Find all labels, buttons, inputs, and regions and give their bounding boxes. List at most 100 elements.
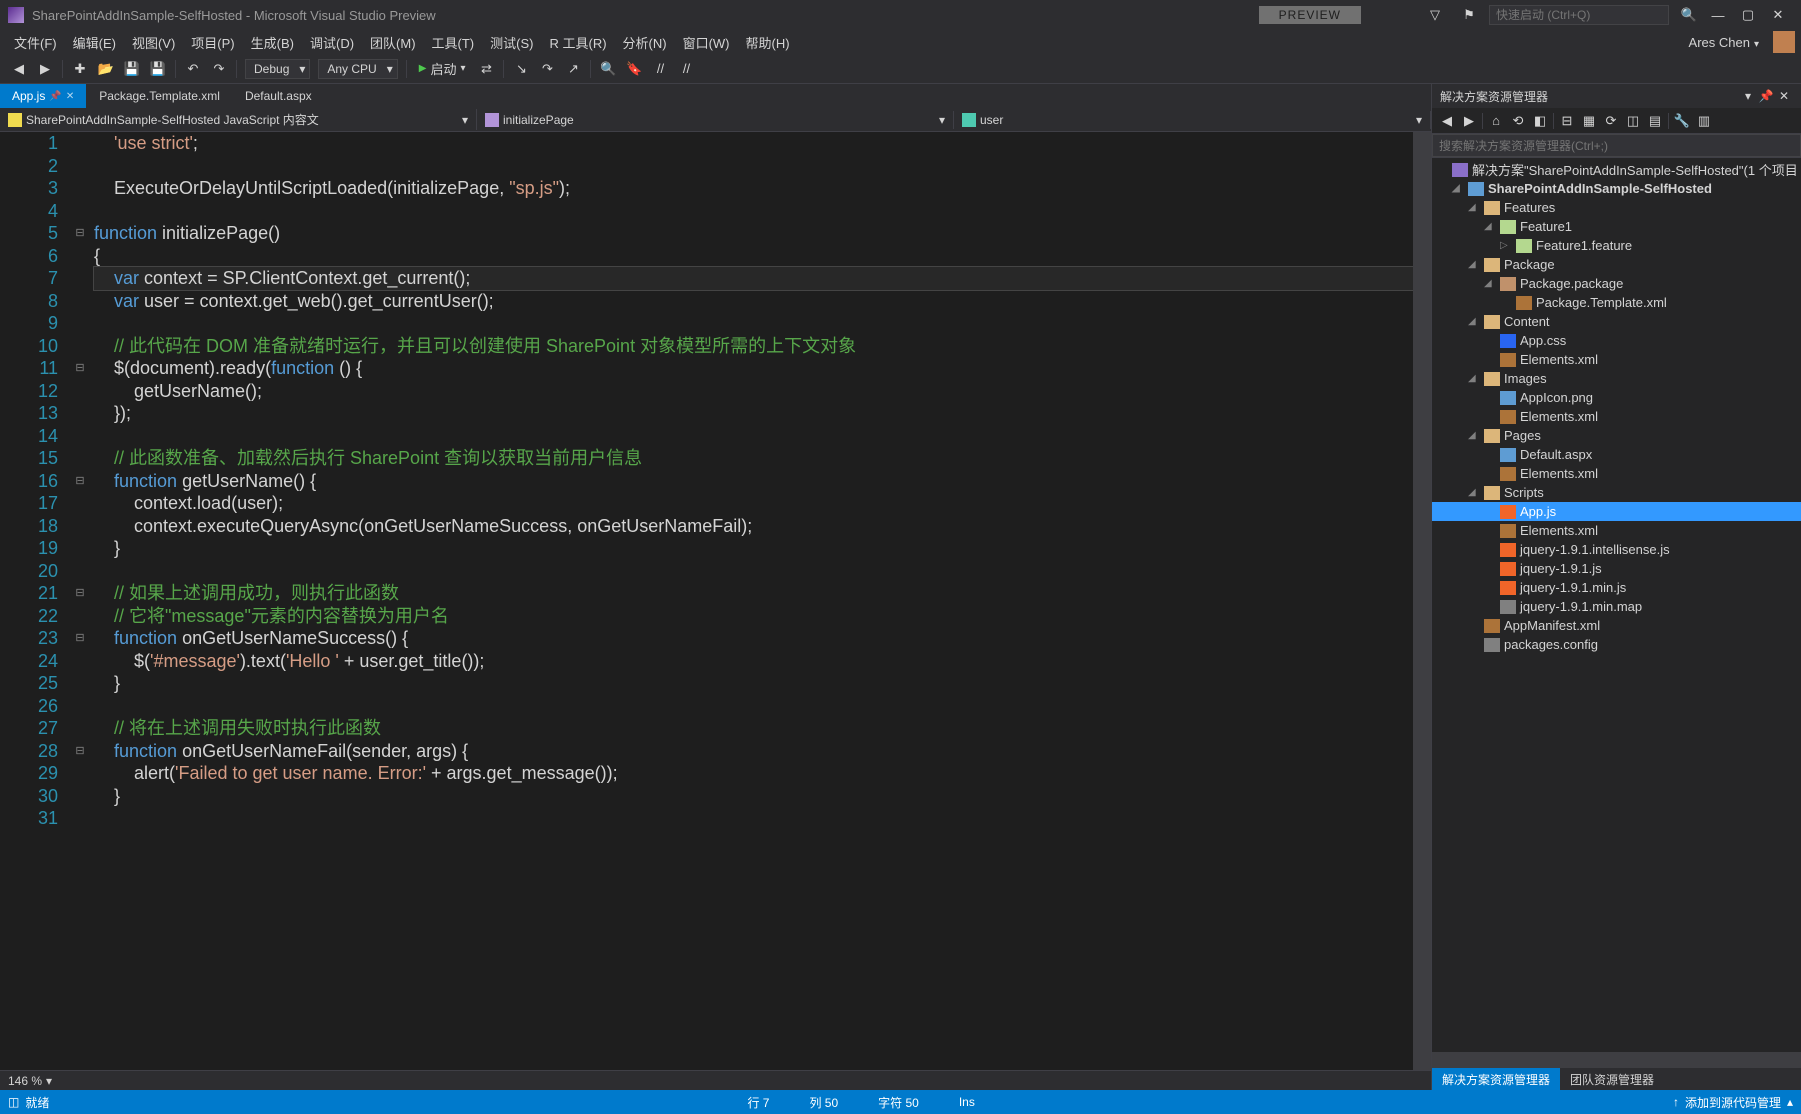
show-all-icon[interactable]: ▦ (1578, 110, 1600, 132)
new-project-button[interactable]: ✚ (68, 57, 92, 81)
minimize-button[interactable]: — (1703, 3, 1733, 27)
notifications-icon[interactable]: ⚑ (1457, 3, 1481, 27)
tree-item[interactable]: 解决方案"SharePointAddInSample-SelfHosted"(1… (1432, 160, 1801, 179)
tree-item[interactable]: App.css (1432, 331, 1801, 350)
open-file-button[interactable]: 📂 (94, 57, 118, 81)
tree-item[interactable]: jquery-1.9.1.min.js (1432, 578, 1801, 597)
menu-item[interactable]: 编辑(E) (65, 31, 124, 54)
forward-icon[interactable]: ▶ (1458, 110, 1480, 132)
tree-item[interactable]: Elements.xml (1432, 464, 1801, 483)
back-icon[interactable]: ◀ (1436, 110, 1458, 132)
menu-item[interactable]: 团队(M) (362, 31, 424, 54)
pending-changes-icon[interactable]: ◧ (1529, 110, 1551, 132)
close-button[interactable]: ✕ (1763, 3, 1793, 27)
quick-launch-input[interactable] (1489, 5, 1669, 25)
panel-pin-icon[interactable]: 📌 (1757, 89, 1775, 103)
menu-item[interactable]: 分析(N) (615, 31, 675, 54)
menu-item[interactable]: 工具(T) (424, 31, 483, 54)
panel-horizontal-scrollbar[interactable] (1432, 1052, 1801, 1068)
code-content[interactable]: 'use strict'; ExecuteOrDelayUntilScriptL… (90, 132, 1413, 1070)
nav-field-dropdown[interactable]: user (954, 111, 1431, 129)
config-dropdown[interactable]: Debug (245, 59, 310, 79)
menu-item[interactable]: 调试(D) (302, 31, 362, 54)
properties-icon[interactable]: ▤ (1644, 110, 1666, 132)
tree-item[interactable]: ◢Content (1432, 312, 1801, 331)
menu-item[interactable]: 项目(P) (183, 31, 242, 54)
preview-icon[interactable]: ◫ (1622, 110, 1644, 132)
code-editor[interactable]: 1234567891011121314151617181920212223242… (0, 132, 1431, 1070)
menu-item[interactable]: 生成(B) (243, 31, 302, 54)
editor-vertical-scrollbar[interactable] (1413, 132, 1431, 1070)
panel-menu-icon[interactable]: ▾ (1739, 89, 1757, 103)
save-button[interactable]: 💾 (120, 57, 144, 81)
save-all-button[interactable]: 💾 (146, 57, 170, 81)
panel-tab[interactable]: 团队资源管理器 (1560, 1068, 1664, 1090)
find-icon[interactable]: 🔍 (596, 57, 620, 81)
maximize-button[interactable]: ▢ (1733, 3, 1763, 27)
search-icon[interactable]: 🔍 (1677, 3, 1701, 27)
nav-forward-button[interactable]: ▶ (33, 57, 57, 81)
zoom-dropdown[interactable]: 146 % (0, 1070, 1431, 1090)
tree-item[interactable]: AppManifest.xml (1432, 616, 1801, 635)
feedback-icon[interactable]: ▽ (1423, 3, 1447, 27)
menu-item[interactable]: 文件(F) (6, 31, 65, 54)
user-avatar-icon[interactable] (1773, 31, 1795, 53)
tree-item[interactable]: ◢Pages (1432, 426, 1801, 445)
panel-toolbar: ◀ ▶ ⌂ ⟲ ◧ ⊟ ▦ ⟳ ◫ ▤ 🔧 ▥ (1432, 108, 1801, 134)
tree-item[interactable]: ◢Images (1432, 369, 1801, 388)
nav-member-dropdown[interactable]: initializePage (477, 111, 954, 129)
tree-item[interactable]: packages.config (1432, 635, 1801, 654)
tree-item[interactable]: jquery-1.9.1.js (1432, 559, 1801, 578)
nav-scope-dropdown[interactable]: SharePointAddInSample-SelfHosted JavaScr… (0, 109, 477, 130)
undo-button[interactable]: ↶ (181, 57, 205, 81)
menu-item[interactable]: 窗口(W) (675, 31, 738, 54)
editor-tab[interactable]: Default.aspx (233, 84, 325, 108)
tree-item[interactable]: Package.Template.xml (1432, 293, 1801, 312)
wrench-icon[interactable]: 🔧 (1671, 110, 1693, 132)
solution-search-input[interactable] (1432, 134, 1801, 157)
tree-item[interactable]: Elements.xml (1432, 350, 1801, 369)
tree-item[interactable]: jquery-1.9.1.intellisense.js (1432, 540, 1801, 559)
step-out-icon[interactable]: ↗ (561, 57, 585, 81)
tree-item[interactable]: ◢Feature1 (1432, 217, 1801, 236)
editor-tab[interactable]: Package.Template.xml (87, 84, 233, 108)
browser-link-icon[interactable]: ⇄ (474, 57, 498, 81)
tree-item[interactable]: ◢Features (1432, 198, 1801, 217)
tree-item[interactable]: AppIcon.png (1432, 388, 1801, 407)
collapse-all-icon[interactable]: ⊟ (1556, 110, 1578, 132)
comment-icon[interactable]: // (648, 57, 672, 81)
nav-back-button[interactable]: ◀ (7, 57, 31, 81)
view-icon[interactable]: ▥ (1693, 110, 1715, 132)
solution-tree[interactable]: 解决方案"SharePointAddInSample-SelfHosted"(1… (1432, 158, 1801, 1052)
tree-item[interactable]: ◢Scripts (1432, 483, 1801, 502)
menu-item[interactable]: 测试(S) (482, 31, 541, 54)
tree-item[interactable]: Default.aspx (1432, 445, 1801, 464)
tree-item[interactable]: ▷Feature1.feature (1432, 236, 1801, 255)
refresh-icon[interactable]: ⟳ (1600, 110, 1622, 132)
tree-item[interactable]: ◢SharePointAddInSample-SelfHosted (1432, 179, 1801, 198)
home-icon[interactable]: ⌂ (1485, 110, 1507, 132)
uncomment-icon[interactable]: // (674, 57, 698, 81)
platform-dropdown[interactable]: Any CPU (318, 59, 397, 79)
tree-item[interactable]: Elements.xml (1432, 407, 1801, 426)
start-button[interactable]: 启动▾ (411, 57, 474, 80)
sync-icon[interactable]: ⟲ (1507, 110, 1529, 132)
step-into-icon[interactable]: ↘ (509, 57, 533, 81)
tree-item[interactable]: jquery-1.9.1.min.map (1432, 597, 1801, 616)
redo-button[interactable]: ↷ (207, 57, 231, 81)
tree-item[interactable]: App.js (1432, 502, 1801, 521)
bookmark-icon[interactable]: 🔖 (622, 57, 646, 81)
menu-item[interactable]: R 工具(R) (541, 31, 614, 54)
panel-tab[interactable]: 解决方案资源管理器 (1432, 1068, 1560, 1090)
editor-tab[interactable]: App.js📌✕ (0, 84, 87, 108)
status-source-control[interactable]: ↑ 添加到源代码管理 ▴ (1673, 1094, 1793, 1111)
step-over-icon[interactable]: ↷ (535, 57, 559, 81)
tree-item[interactable]: Elements.xml (1432, 521, 1801, 540)
panel-close-icon[interactable]: ✕ (1775, 89, 1793, 103)
fold-gutter[interactable]: ⊟⊟⊟⊟⊟⊟ (70, 132, 90, 1070)
menu-item[interactable]: 帮助(H) (738, 31, 798, 54)
tree-item[interactable]: ◢Package.package (1432, 274, 1801, 293)
menu-item[interactable]: 视图(V) (124, 31, 183, 54)
tree-item[interactable]: ◢Package (1432, 255, 1801, 274)
user-name[interactable]: Ares Chen▾ (1679, 35, 1769, 50)
